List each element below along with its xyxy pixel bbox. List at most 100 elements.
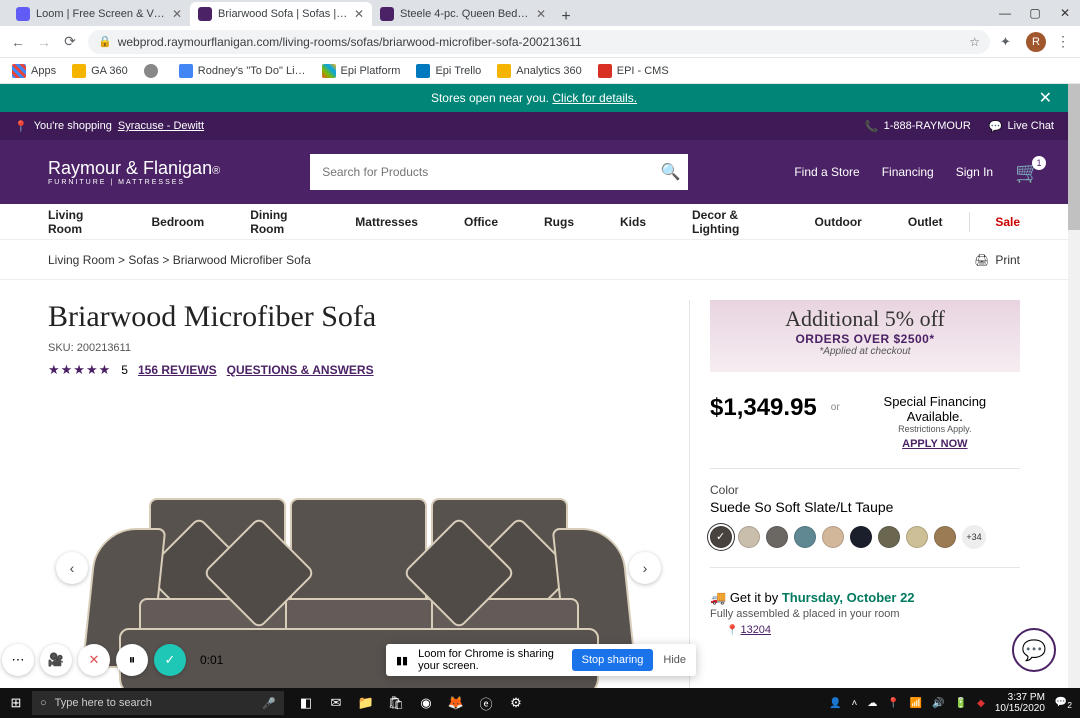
- store-location[interactable]: 📍 You're shopping Syracuse - Dewitt: [14, 120, 204, 133]
- people-icon[interactable]: 👤: [829, 698, 841, 709]
- taskbar-clock[interactable]: 3:37 PM 10/15/2020: [995, 692, 1045, 714]
- taskbar-search[interactable]: ○ Type here to search 🎤: [32, 691, 284, 715]
- start-button[interactable]: ⊞: [0, 695, 32, 711]
- bookmark-item[interactable]: Apps: [12, 64, 56, 78]
- back-icon[interactable]: ←: [10, 34, 26, 50]
- onedrive-icon[interactable]: ☁: [867, 698, 877, 709]
- browser-tab[interactable]: Steele 4-pc. Queen Bedroom Set ✕: [372, 2, 554, 26]
- browser-tab-active[interactable]: Briarwood Sofa | Sofas | Raymou ✕: [190, 2, 372, 26]
- site-header: Raymour & Flanigan® FURNITURE | MATTRESS…: [0, 140, 1068, 204]
- minimize-icon[interactable]: —: [990, 0, 1020, 26]
- address-bar[interactable]: 🔒 webprod.raymourflanigan.com/living-roo…: [88, 30, 990, 54]
- screen-share-toast: ▮▮ Loom for Chrome is sharing your scree…: [386, 644, 696, 676]
- swatch[interactable]: [934, 526, 956, 548]
- promo-box[interactable]: Additional 5% off ORDERS OVER $2500* *Ap…: [710, 300, 1020, 372]
- tab-close-icon[interactable]: ✕: [536, 7, 546, 21]
- firefox-icon[interactable]: 🦊: [442, 688, 470, 718]
- loom-more-icon[interactable]: ⋯: [2, 644, 34, 676]
- volume-icon[interactable]: 🔊: [932, 698, 944, 709]
- find-store-link[interactable]: Find a Store: [794, 165, 859, 179]
- phone-link[interactable]: 📞1-888-RAYMOUR: [865, 120, 971, 133]
- extensions-icon[interactable]: ✦: [1000, 34, 1016, 50]
- browser-tab[interactable]: Loom | Free Screen & Video Rec ✕: [8, 2, 190, 26]
- apply-now-link[interactable]: APPLY NOW: [902, 438, 967, 450]
- price-row: $1,349.95 or Special Financing Available…: [710, 394, 1020, 450]
- swatch[interactable]: [878, 526, 900, 548]
- nav-decor[interactable]: Decor & Lighting: [692, 208, 769, 236]
- bookmark-item[interactable]: Epi Trello: [416, 64, 481, 78]
- close-window-icon[interactable]: ✕: [1050, 0, 1080, 26]
- qa-link[interactable]: QUESTIONS & ANSWERS: [227, 363, 374, 377]
- bookmark-item[interactable]: EPI - CMS: [598, 64, 669, 78]
- nav-outdoor[interactable]: Outdoor: [815, 215, 862, 229]
- mic-icon[interactable]: 🎤: [262, 697, 276, 710]
- bookmark-item[interactable]: [144, 64, 163, 78]
- wifi-icon[interactable]: 📶: [910, 698, 922, 709]
- nav-office[interactable]: Office: [464, 215, 498, 229]
- swatch[interactable]: [822, 526, 844, 548]
- nav-sale[interactable]: Sale: [995, 215, 1020, 229]
- edge-icon[interactable]: ⓔ: [472, 688, 500, 718]
- mail-icon[interactable]: ✉: [322, 688, 350, 718]
- banner-close-icon[interactable]: ✕: [1039, 88, 1052, 108]
- loom-cancel-button[interactable]: ✕: [78, 644, 110, 676]
- nav-rugs[interactable]: Rugs: [544, 215, 574, 229]
- chevron-up-icon[interactable]: ˄: [851, 698, 857, 709]
- search-input[interactable]: [310, 154, 652, 190]
- bookmark-item[interactable]: Rodney's "To Do" Li…: [179, 64, 306, 78]
- swatch[interactable]: [850, 526, 872, 548]
- nav-bedroom[interactable]: Bedroom: [152, 215, 205, 229]
- breadcrumb[interactable]: Living Room > Sofas > Briarwood Microfib…: [48, 253, 311, 267]
- settings-icon[interactable]: ⚙: [502, 688, 530, 718]
- reload-icon[interactable]: ⟳: [62, 33, 78, 50]
- bookmark-star-icon[interactable]: ☆: [969, 35, 980, 49]
- swatch[interactable]: [906, 526, 928, 548]
- scrollbar-thumb[interactable]: [1068, 84, 1080, 230]
- explorer-icon[interactable]: 📁: [352, 688, 380, 718]
- loom-finish-button[interactable]: ✓: [154, 644, 186, 676]
- nav-dining-room[interactable]: Dining Room: [250, 208, 309, 236]
- nav-mattresses[interactable]: Mattresses: [355, 215, 418, 229]
- browser-menu-icon[interactable]: ⋮: [1056, 33, 1070, 50]
- chrome-icon[interactable]: ◉: [412, 688, 440, 718]
- nav-living-room[interactable]: Living Room: [48, 208, 106, 236]
- hide-toast-button[interactable]: Hide: [663, 654, 686, 666]
- cart-button[interactable]: 🛒1: [1015, 160, 1040, 185]
- loom-camera-icon[interactable]: 🎥: [40, 644, 72, 676]
- notifications-icon[interactable]: 💬2: [1055, 697, 1072, 710]
- nav-kids[interactable]: Kids: [620, 215, 646, 229]
- chat-fab[interactable]: 💬: [1012, 628, 1056, 672]
- maximize-icon[interactable]: ▢: [1020, 0, 1050, 26]
- site-logo[interactable]: Raymour & Flanigan® FURNITURE | MATTRESS…: [48, 159, 220, 186]
- nav-outlet[interactable]: Outlet: [908, 215, 943, 229]
- sign-in-link[interactable]: Sign In: [956, 165, 993, 179]
- tab-close-icon[interactable]: ✕: [354, 7, 364, 21]
- location-icon[interactable]: 📍: [887, 698, 899, 709]
- battery-icon[interactable]: 🔋: [955, 698, 967, 709]
- financing-link[interactable]: Financing: [882, 165, 934, 179]
- search-button[interactable]: 🔍: [652, 154, 688, 190]
- zip-link[interactable]: 13204: [740, 624, 771, 636]
- new-tab-button[interactable]: +: [554, 8, 578, 26]
- swatch[interactable]: [710, 526, 732, 548]
- scrollbar-track[interactable]: [1068, 84, 1080, 688]
- tray-app-icon[interactable]: ◆: [977, 698, 985, 709]
- bookmark-item[interactable]: Epi Platform: [322, 64, 401, 78]
- banner-link[interactable]: Click for details.: [552, 91, 637, 105]
- task-view-icon[interactable]: ◧: [292, 688, 320, 718]
- gallery-next-button[interactable]: ›: [629, 552, 661, 584]
- print-button[interactable]: 🖨Print: [974, 253, 1020, 267]
- loom-pause-button[interactable]: ⏸: [116, 644, 148, 676]
- more-colors-button[interactable]: +34: [962, 525, 986, 549]
- swatch[interactable]: [738, 526, 760, 548]
- bookmark-item[interactable]: Analytics 360: [497, 64, 581, 78]
- profile-avatar[interactable]: R: [1026, 32, 1046, 52]
- bookmark-item[interactable]: GA 360: [72, 64, 128, 78]
- stop-sharing-button[interactable]: Stop sharing: [572, 649, 654, 671]
- tab-close-icon[interactable]: ✕: [172, 7, 182, 21]
- reviews-link[interactable]: 156 REVIEWS: [138, 363, 217, 377]
- swatch[interactable]: [794, 526, 816, 548]
- swatch[interactable]: [766, 526, 788, 548]
- live-chat-link[interactable]: 💬Live Chat: [989, 120, 1054, 133]
- store-icon[interactable]: 🛍: [382, 688, 410, 718]
